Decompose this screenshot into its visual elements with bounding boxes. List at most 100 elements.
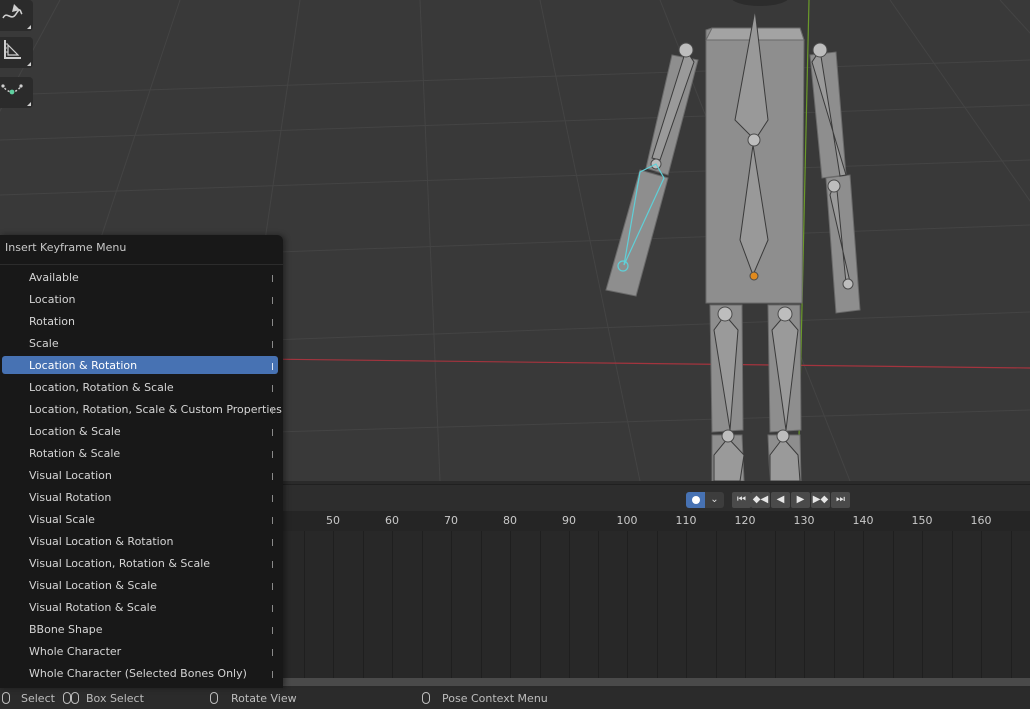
- submenu-marker: [272, 319, 273, 326]
- submenu-marker: [272, 649, 273, 656]
- timeline-scrollbar[interactable]: [283, 678, 1030, 686]
- submenu-marker: [272, 429, 273, 436]
- jump-start-icon: ⏮: [737, 494, 746, 505]
- menu-item-label: Visual Location: [29, 469, 112, 482]
- menu-item-label: Location, Rotation, Scale & Custom Prope…: [29, 403, 282, 416]
- status-box-select: Box Select: [86, 692, 144, 705]
- insert-keyframe-menu: Insert Keyframe Menu Available Location Ro…: [0, 235, 283, 688]
- submenu-marker: [272, 583, 273, 590]
- play-button[interactable]: ▶: [791, 492, 810, 508]
- menu-item[interactable]: Visual Rotation & Scale: [0, 597, 283, 619]
- mouse-left-icon: [63, 692, 71, 704]
- frame-label: 50: [326, 514, 340, 527]
- measure-tool-button[interactable]: [0, 37, 33, 68]
- play-reverse-icon: ◀: [776, 494, 785, 505]
- menu-item-label: Visual Location & Scale: [29, 579, 158, 592]
- jump-end-button[interactable]: ⏭: [831, 492, 850, 508]
- menu-item[interactable]: Whole Character: [0, 641, 283, 663]
- menu-item-label: Visual Location, Rotation & Scale: [29, 557, 211, 570]
- menu-item-label: Rotation & Scale: [29, 447, 121, 460]
- menu-item-label: Whole Character: [29, 645, 122, 658]
- submenu-marker: [272, 473, 273, 480]
- menu-item[interactable]: Rotation & Scale: [0, 443, 283, 465]
- menu-item[interactable]: Visual Scale: [0, 509, 283, 531]
- menu-item-label: BBone Shape: [29, 623, 103, 636]
- pose-origin: [749, 271, 759, 281]
- jump-end-icon: ⏭: [836, 494, 845, 505]
- status-select: Select: [21, 692, 55, 705]
- annotate-tool-button[interactable]: [0, 0, 33, 31]
- menu-item[interactable]: Available: [0, 267, 283, 289]
- menu-item[interactable]: Visual Location & Rotation: [0, 531, 283, 553]
- menu-item[interactable]: Visual Location & Scale: [0, 575, 283, 597]
- menu-item[interactable]: Visual Rotation: [0, 487, 283, 509]
- frame-label: 130: [793, 514, 815, 527]
- submenu-marker: [272, 297, 273, 304]
- status-bar: Select Box Select Rotate View Pose Conte…: [0, 688, 1030, 709]
- status-rotate-view: Rotate View: [231, 692, 297, 705]
- mouse-middle-icon: [210, 692, 218, 704]
- menu-item[interactable]: Location, Rotation & Scale: [0, 377, 283, 399]
- submenu-marker: [272, 385, 273, 392]
- menu-item[interactable]: BBone Shape: [0, 619, 283, 641]
- frame-label: 100: [616, 514, 638, 527]
- bone-envelope-tool-button[interactable]: [0, 77, 33, 108]
- menu-item[interactable]: Visual Location: [0, 465, 283, 487]
- submenu-marker: [272, 341, 273, 348]
- menu-item[interactable]: Whole Character (Selected Bones Only): [0, 663, 283, 685]
- menu-items: Available Location Rotation Scale Location &…: [0, 267, 283, 685]
- menu-item-label: Visual Location & Rotation: [29, 535, 174, 548]
- submenu-marker: [272, 517, 273, 524]
- chevron-down-icon: ⌄: [710, 494, 719, 505]
- mouse-right-icon: [422, 692, 430, 704]
- menu-item-label: Location, Rotation & Scale: [29, 381, 174, 394]
- mouse-drag-icon: [71, 692, 79, 704]
- frame-label: 80: [503, 514, 517, 527]
- jump-start-button[interactable]: ⏮: [732, 492, 751, 508]
- submenu-marker: [272, 275, 273, 282]
- record-icon: [692, 496, 700, 504]
- menu-item[interactable]: Location & Rotation: [0, 355, 283, 377]
- prev-keyframe-icon: ◆◀: [752, 494, 769, 505]
- submenu-marker: [272, 451, 273, 458]
- menu-item-label: Location & Rotation: [29, 359, 138, 372]
- menu-item-label: Scale: [29, 337, 59, 350]
- submenu-marker: [272, 539, 273, 546]
- frame-label: 110: [675, 514, 697, 527]
- auto-keying-toggle[interactable]: [686, 492, 705, 508]
- frame-label: 160: [970, 514, 992, 527]
- prev-keyframe-button[interactable]: ◆◀: [751, 492, 770, 508]
- menu-item[interactable]: Location: [0, 289, 283, 311]
- menu-item-label: Visual Scale: [29, 513, 95, 526]
- menu-item[interactable]: Location & Scale: [0, 421, 283, 443]
- bone-envelope-icon: [1, 84, 23, 95]
- menu-item[interactable]: Visual Location, Rotation & Scale: [0, 553, 283, 575]
- menu-item[interactable]: Rotation: [0, 311, 283, 333]
- play-reverse-button[interactable]: ◀: [771, 492, 790, 508]
- menu-item-label: Rotation: [29, 315, 76, 328]
- auto-keying-dropdown[interactable]: ⌄: [705, 492, 724, 508]
- submenu-marker: [272, 407, 273, 414]
- frame-label: 140: [852, 514, 874, 527]
- menu-item[interactable]: Scale: [0, 333, 283, 355]
- frame-label: 90: [562, 514, 576, 527]
- submenu-marker: [272, 671, 273, 678]
- play-icon: ▶: [796, 494, 805, 505]
- menu-item-label: Visual Rotation & Scale: [29, 601, 157, 614]
- next-keyframe-button[interactable]: ▶◆: [811, 492, 830, 508]
- menu-separator: [0, 264, 283, 265]
- armature-bones: [651, 9, 851, 481]
- menu-item-label: Whole Character (Selected Bones Only): [29, 667, 247, 680]
- next-keyframe-icon: ▶◆: [812, 494, 829, 505]
- frame-label: 60: [385, 514, 399, 527]
- frame-label: 70: [444, 514, 458, 527]
- menu-item-label: Location & Scale: [29, 425, 121, 438]
- submenu-marker: [272, 363, 273, 370]
- status-context-menu: Pose Context Menu: [442, 692, 548, 705]
- menu-item[interactable]: Location, Rotation, Scale & Custom Prope…: [0, 399, 283, 421]
- submenu-marker: [272, 627, 273, 634]
- frame-label: 120: [734, 514, 756, 527]
- submenu-marker: [272, 495, 273, 502]
- measure-icon: [4, 40, 21, 59]
- mouse-left-icon: [2, 692, 10, 704]
